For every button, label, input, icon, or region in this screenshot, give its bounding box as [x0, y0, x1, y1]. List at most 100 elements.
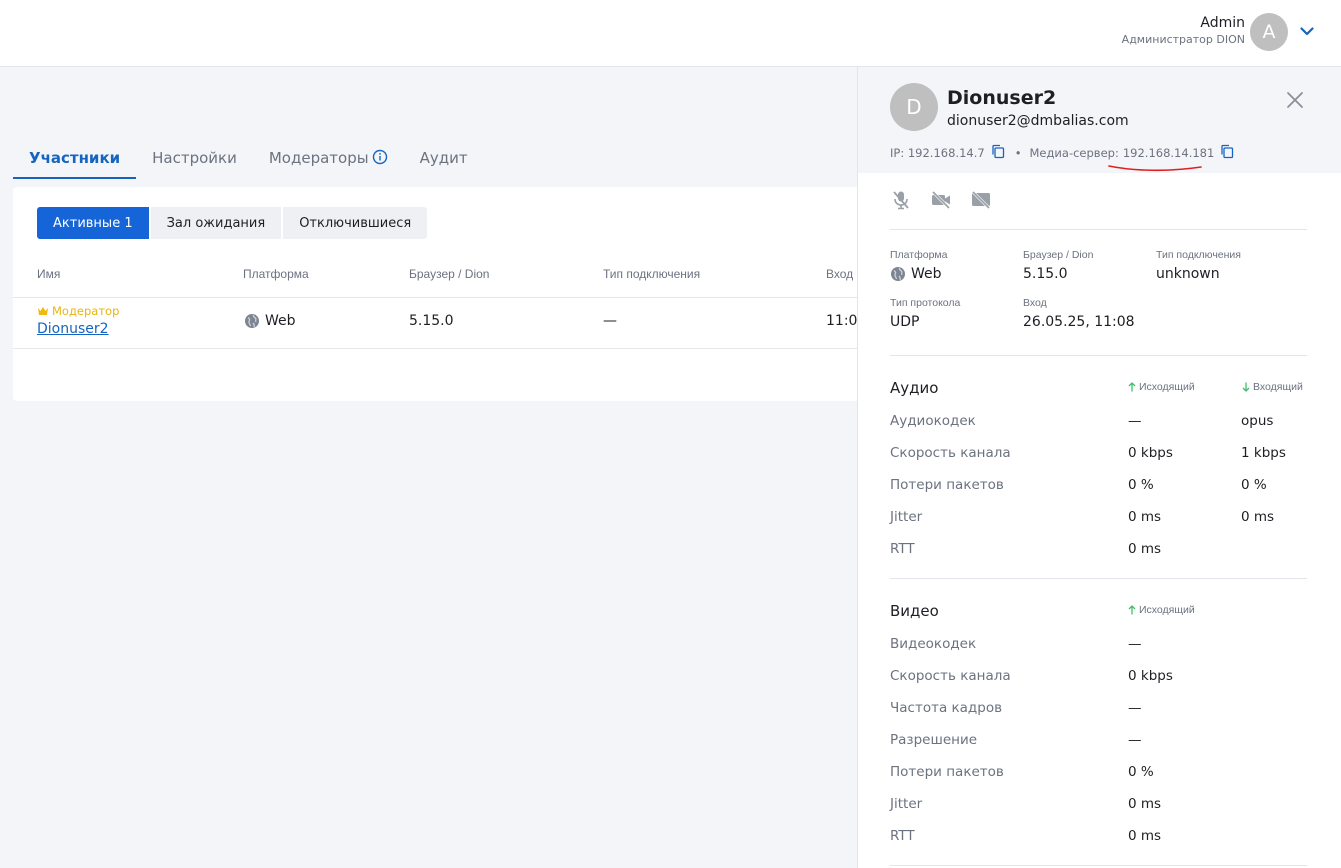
platform-value: Web	[265, 313, 296, 329]
media-server-label: Медиа-сервер:	[1029, 146, 1119, 160]
tab-label: Участники	[29, 149, 121, 167]
entry-value: 26.05.25, 11:08	[1023, 314, 1135, 330]
platform-label: Платформа	[890, 249, 948, 261]
user-role: Администратор DION	[1121, 33, 1245, 46]
browser-label: Браузер / Dion	[1023, 249, 1094, 261]
globe-icon	[244, 313, 260, 329]
audio-stat-label: Аудиокодек	[890, 413, 976, 429]
tab-label: Аудит	[419, 149, 468, 167]
audio-stat-out: 0 %	[1128, 477, 1154, 493]
protocol-label: Тип протокола	[890, 297, 961, 309]
moderator-badge: Модератор	[37, 304, 119, 318]
camera-off-icon	[930, 189, 952, 211]
chevron-down-icon[interactable]	[1298, 22, 1316, 40]
video-stat-label: Частота кадров	[890, 700, 1003, 716]
separator-dot: •	[1014, 146, 1022, 160]
audio-stat-in: 0 ms	[1241, 509, 1275, 525]
tab-settings[interactable]: Настройки	[136, 140, 253, 178]
media-status-icons	[890, 189, 1010, 211]
column-header-entry: Вход	[826, 267, 854, 281]
platform-value: Web	[890, 266, 942, 282]
filter-disconnected-button[interactable]: Отключившиеся	[283, 207, 428, 239]
audio-stat-in: 0 %	[1241, 477, 1267, 493]
participant-filter: Активные 1 Зал ожидания Отключившиеся	[37, 207, 429, 239]
participants-card: Активные 1 Зал ожидания Отключившиеся Им…	[13, 187, 873, 401]
audio-stat-out: 0 ms	[1128, 541, 1162, 557]
filter-active-button[interactable]: Активные 1	[37, 207, 149, 239]
video-stat-label: Разрешение	[890, 732, 978, 748]
tab-participants[interactable]: Участники	[13, 140, 137, 179]
incoming-label: Входящий	[1253, 381, 1303, 393]
video-section-title: Видео	[890, 602, 939, 620]
outgoing-header: Исходящий	[1128, 381, 1195, 393]
audio-stat-out: 0 kbps	[1128, 445, 1173, 461]
audio-stat-label: Jitter	[890, 509, 923, 525]
audio-stat-out: 0 ms	[1128, 509, 1162, 525]
participant-avatar: D	[890, 83, 938, 131]
column-header-browser: Браузер / Dion	[409, 267, 490, 281]
red-annotation-underline	[1108, 158, 1202, 177]
video-stat-out: —	[1128, 732, 1142, 748]
arrow-down-icon	[1242, 382, 1250, 392]
video-stat-out: 0 ms	[1128, 796, 1162, 812]
arrow-up-icon	[1128, 605, 1136, 615]
divider	[890, 865, 1307, 866]
tab-audit[interactable]: Аудит	[404, 140, 484, 178]
audio-section-title: Аудио	[890, 379, 939, 397]
video-stat-label: Потери пакетов	[890, 764, 1004, 780]
globe-icon	[890, 266, 906, 282]
outgoing-label: Исходящий	[1139, 381, 1195, 393]
video-stat-label: Jitter	[890, 796, 923, 812]
video-stat-out: 0 kbps	[1128, 668, 1173, 684]
mic-off-icon	[890, 189, 912, 211]
ip-address: IP: 192.168.14.7	[890, 146, 985, 160]
video-stat-label: Скорость канала	[890, 668, 1011, 684]
platform-cell: Web	[244, 313, 296, 329]
browser-value: 5.15.0	[1023, 266, 1068, 282]
column-header-platform: Платформа	[243, 267, 309, 281]
divider	[13, 348, 858, 349]
tab-moderators[interactable]: Модераторы	[253, 140, 404, 178]
audio-stat-in: 1 kbps	[1241, 445, 1286, 461]
divider	[13, 297, 858, 298]
platform-text: Web	[911, 266, 942, 282]
connection-type-label: Тип подключения	[1156, 249, 1241, 261]
moderator-label: Модератор	[52, 304, 120, 318]
tabs: Участники Настройки Модераторы Аудит	[13, 140, 484, 179]
user-avatar[interactable]: A	[1250, 13, 1288, 51]
column-header-name: Имя	[37, 267, 61, 281]
participant-details-panel: D Dionuser2 dionuser2@dmbalias.com IP: 1…	[857, 67, 1341, 868]
audio-stat-label: Потери пакетов	[890, 477, 1004, 493]
video-stat-out: 0 %	[1128, 764, 1154, 780]
divider	[890, 229, 1307, 230]
video-stat-out: —	[1128, 700, 1142, 716]
video-stat-out: 0 ms	[1128, 828, 1162, 844]
divider	[890, 578, 1307, 579]
copy-icon[interactable]	[1220, 144, 1234, 162]
participant-email: dionuser2@dmbalias.com	[947, 113, 1129, 129]
audio-stat-in: opus	[1241, 413, 1274, 429]
participant-name: Dionuser2	[947, 87, 1057, 109]
connection-type-value: unknown	[1156, 266, 1220, 282]
video-stat-label: RTT	[890, 828, 915, 844]
screen-share-off-icon	[970, 189, 992, 211]
audio-stat-out: —	[1128, 413, 1142, 429]
incoming-header: Входящий	[1242, 381, 1303, 393]
connection-value: —	[603, 313, 617, 329]
outgoing-label: Исходящий	[1139, 604, 1195, 616]
info-icon[interactable]	[372, 149, 388, 169]
user-info: Admin Администратор DION	[1122, 14, 1245, 47]
participant-name-link[interactable]: Dionuser2	[37, 321, 109, 337]
close-icon[interactable]	[1284, 89, 1306, 111]
copy-icon[interactable]	[991, 144, 1005, 162]
filter-waiting-room-button[interactable]: Зал ожидания	[150, 207, 282, 239]
protocol-value: UDP	[890, 314, 920, 330]
divider	[890, 355, 1307, 356]
crown-icon	[37, 306, 49, 316]
audio-stat-label: RTT	[890, 541, 915, 557]
panel-header: D Dionuser2 dionuser2@dmbalias.com IP: 1…	[858, 67, 1341, 173]
browser-value: 5.15.0	[409, 313, 454, 329]
video-stat-label: Видеокодек	[890, 636, 977, 652]
tab-label: Настройки	[152, 149, 237, 167]
arrow-up-icon	[1128, 382, 1136, 392]
